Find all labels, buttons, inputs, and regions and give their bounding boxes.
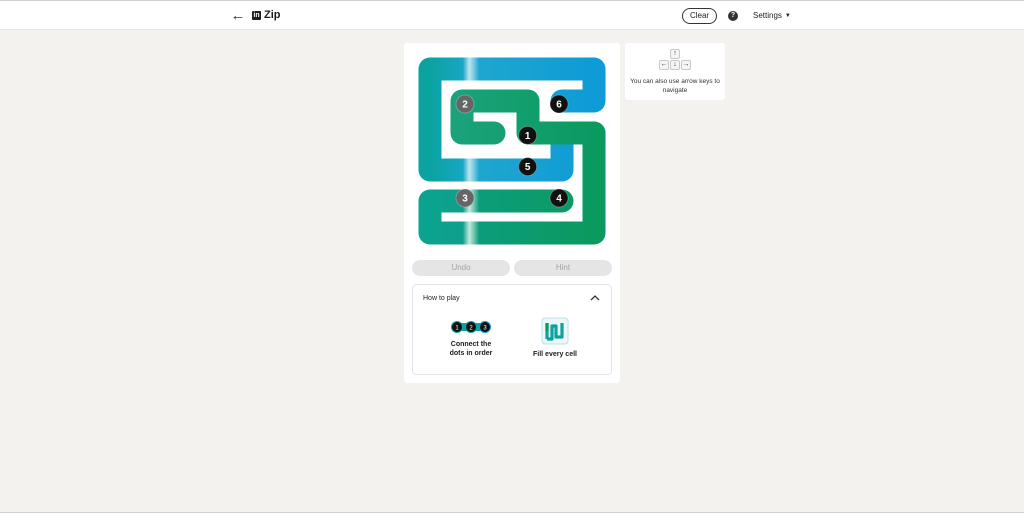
arrow-right-key-icon: → [681, 60, 691, 70]
board-dot-6: 6 [549, 94, 569, 114]
fill-cells-icon [541, 317, 569, 345]
hint-button[interactable]: Hint [514, 260, 612, 276]
rule-connect-label: Connect the dots in order [449, 341, 493, 357]
linkedin-logo-icon: in [252, 10, 261, 20]
rule-fill-label: Fill every cell [533, 351, 577, 358]
board-dot-2: 2 [455, 94, 475, 114]
board-dot-4: 4 [549, 188, 569, 208]
board-dot-label: 3 [462, 194, 468, 205]
arrow-keys-icon: ↑ ← ↓ → [659, 49, 691, 71]
chevron-up-icon[interactable] [588, 291, 602, 305]
how-to-play-section: How to play 1 2 3 Connect the dots in or… [412, 284, 612, 375]
how-to-play-title: How to play [423, 295, 460, 302]
arrow-left-key-icon: ← [659, 60, 669, 70]
arrow-up-key-icon: ↑ [670, 49, 680, 59]
board-dot-label: 4 [556, 194, 562, 205]
settings-button[interactable]: Settings ▼ [753, 11, 791, 20]
settings-label: Settings [753, 11, 782, 20]
board-dot-5: 5 [518, 157, 538, 177]
game-brand: in Zip [252, 9, 281, 21]
game-title: Zip [264, 9, 281, 21]
control-buttons: Undo Hint [412, 260, 612, 276]
game-board[interactable]: 1 2 3 4 5 6 [418, 57, 606, 245]
board-dot-3: 3 [455, 188, 475, 208]
top-bar: ← in Zip Clear ? Settings ▼ [0, 1, 1024, 30]
board-background [418, 57, 606, 245]
connect-dots-icon: 1 2 3 [451, 321, 491, 333]
board-dot-label: 2 [462, 100, 468, 111]
tip-text: You can also use arrow keys to navigate [630, 78, 720, 94]
help-icon[interactable]: ? [728, 11, 738, 21]
board-dot-1: 1 [518, 125, 538, 145]
board-dot-label: 5 [525, 162, 531, 173]
board-dot-label: 1 [525, 131, 531, 142]
back-arrow-icon[interactable]: ← [229, 7, 247, 24]
undo-button[interactable]: Undo [412, 260, 510, 276]
game-panel: 1 2 3 4 5 6 Undo Hint How to play 1 2 3 Conne… [404, 43, 620, 383]
arrow-keys-tip: ↑ ← ↓ → You can also use arrow keys to n… [625, 43, 725, 100]
clear-button[interactable]: Clear [682, 8, 717, 24]
board-dot-label: 6 [556, 100, 562, 111]
caret-down-icon: ▼ [784, 12, 791, 19]
arrow-down-key-icon: ↓ [670, 60, 680, 70]
